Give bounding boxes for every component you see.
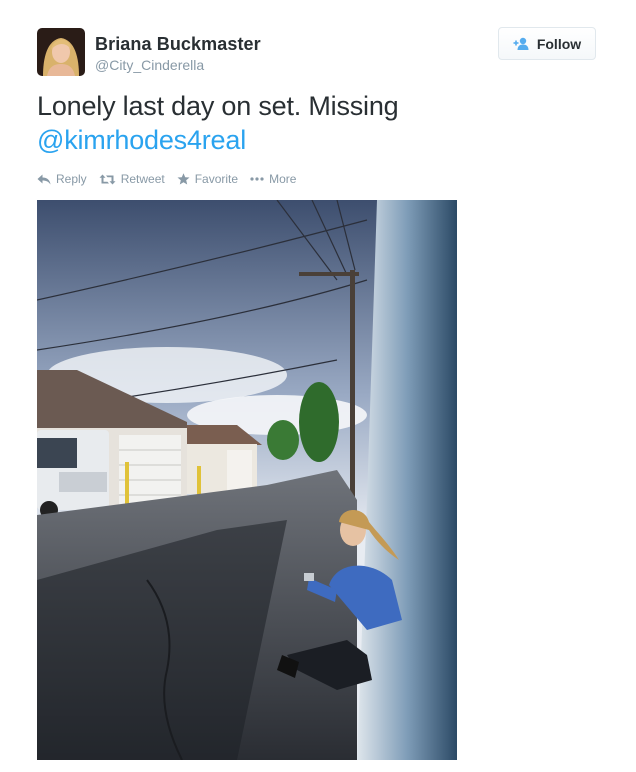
reply-icon (37, 174, 51, 185)
user-fullname[interactable]: Briana Buckmaster (95, 33, 261, 55)
star-icon (177, 173, 190, 185)
avatar[interactable] (37, 28, 85, 76)
follow-button[interactable]: Follow (498, 27, 596, 60)
favorite-action[interactable]: Favorite (177, 172, 238, 186)
retweet-icon (99, 174, 116, 185)
retweet-action[interactable]: Retweet (99, 172, 165, 186)
tweet-photo[interactable] (37, 200, 457, 760)
reply-label: Reply (56, 172, 87, 186)
tweet-text: Lonely last day on set. Missing @kimrhod… (37, 89, 597, 157)
tweet-body: Lonely last day on set. Missing (37, 91, 399, 121)
user-names: Briana Buckmaster @City_Cinderella (95, 33, 261, 74)
more-label: More (269, 172, 297, 186)
add-user-icon (513, 37, 531, 51)
retweet-label: Retweet (120, 172, 165, 186)
more-action[interactable]: More (250, 172, 296, 186)
tweet-card: Briana Buckmaster @City_Cinderella Follo… (0, 0, 636, 772)
reply-action[interactable]: Reply (37, 172, 87, 186)
favorite-label: Favorite (194, 172, 239, 186)
more-dots-icon (250, 177, 264, 181)
user-handle[interactable]: @City_Cinderella (95, 56, 261, 74)
follow-label: Follow (536, 35, 582, 52)
tweet-mention-link[interactable]: @kimrhodes4real (37, 125, 246, 155)
tweet-actions: Reply Retweet Favorite More (37, 172, 308, 186)
